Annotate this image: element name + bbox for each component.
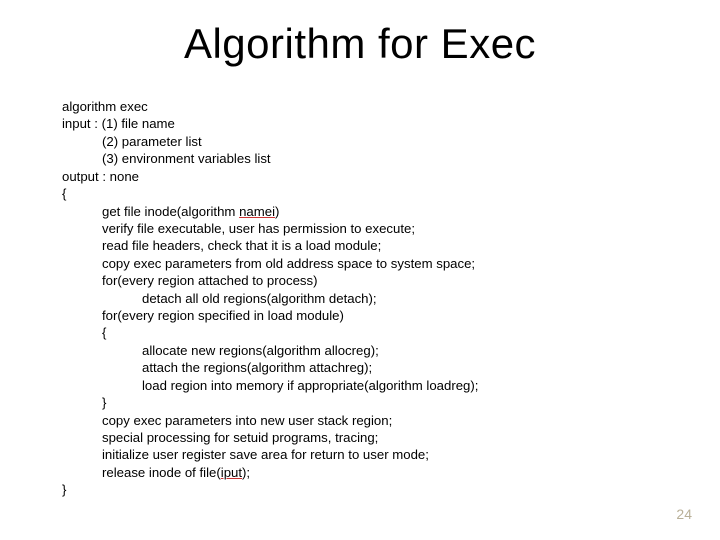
- code-line: load region into memory if appropriate(a…: [62, 377, 662, 394]
- code-line: special processing for setuid programs, …: [62, 429, 662, 446]
- code-line: get file inode(algorithm namei): [62, 203, 662, 220]
- algorithm-body: algorithm exec input : (1) file name (2)…: [62, 98, 662, 499]
- code-line: (2) parameter list: [62, 133, 662, 150]
- underlined-token: iput: [221, 465, 242, 480]
- code-line: attach the regions(algorithm attachreg);: [62, 359, 662, 376]
- code-line: output : none: [62, 168, 662, 185]
- slide: Algorithm for Exec algorithm exec input …: [0, 0, 720, 540]
- code-line: {: [62, 185, 662, 202]
- code-line: for(every region specified in load modul…: [62, 307, 662, 324]
- code-line: }: [62, 394, 662, 411]
- page-number: 24: [676, 506, 692, 522]
- code-line: release inode of file(iput);: [62, 464, 662, 481]
- code-line: algorithm exec: [62, 98, 662, 115]
- code-line: for(every region attached to process): [62, 272, 662, 289]
- code-line: allocate new regions(algorithm allocreg)…: [62, 342, 662, 359]
- code-line: verify file executable, user has permiss…: [62, 220, 662, 237]
- code-line: }: [62, 481, 662, 498]
- underlined-token: namei: [239, 204, 275, 219]
- code-line: read file headers, check that it is a lo…: [62, 237, 662, 254]
- code-line: detach all old regions(algorithm detach)…: [62, 290, 662, 307]
- code-line: (3) environment variables list: [62, 150, 662, 167]
- code-line: copy exec parameters into new user stack…: [62, 412, 662, 429]
- code-line: {: [62, 324, 662, 341]
- code-line: initialize user register save area for r…: [62, 446, 662, 463]
- code-line: copy exec parameters from old address sp…: [62, 255, 662, 272]
- code-line: input : (1) file name: [62, 115, 662, 132]
- slide-title: Algorithm for Exec: [0, 20, 720, 68]
